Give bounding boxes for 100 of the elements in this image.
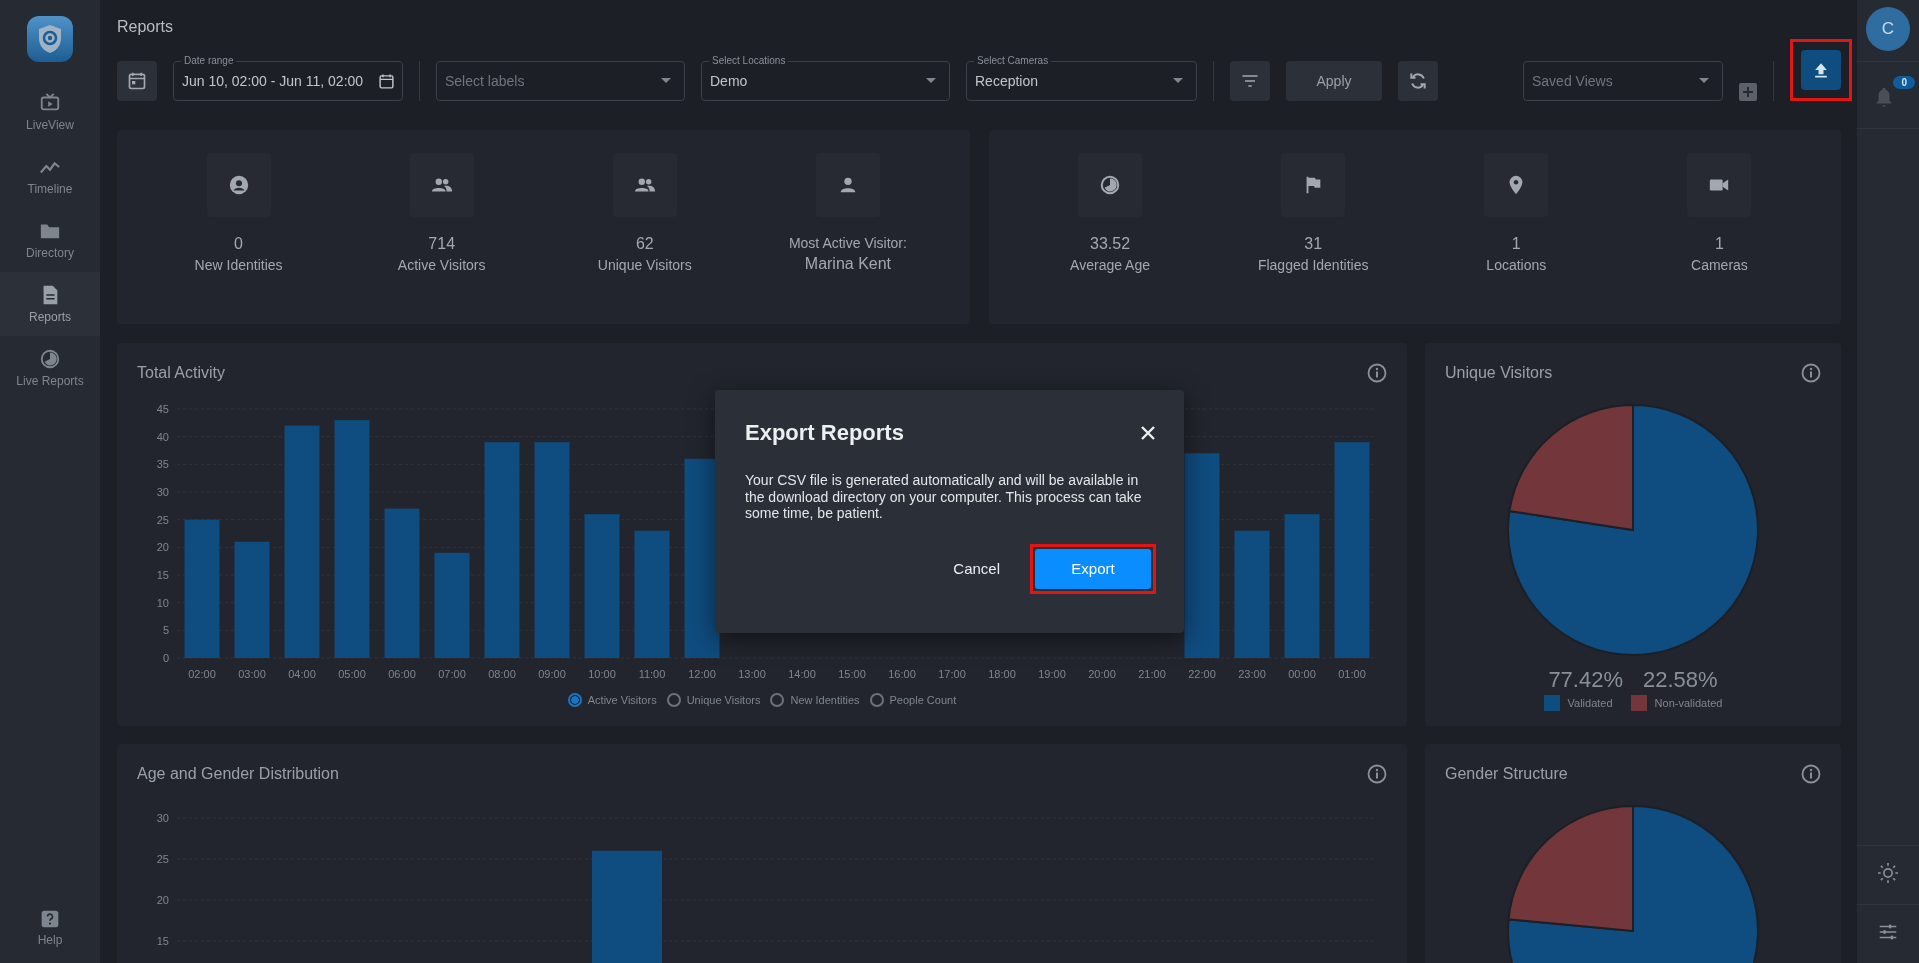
axis-tick-label: 25 — [156, 513, 169, 526]
export-button[interactable] — [1801, 50, 1841, 90]
sidebar-item[interactable]: Live Reports — [0, 336, 100, 400]
sidebar-item[interactable]: Directory — [0, 208, 100, 272]
sidebar-item[interactable]: Reports — [0, 272, 100, 336]
axis-tick-label: 01:00 — [1338, 668, 1366, 680]
axis-tick-label: 22:00 — [1188, 668, 1216, 680]
card-title: Total Activity — [137, 364, 226, 382]
axis-tick-label: 0 — [162, 652, 169, 664]
info-icon[interactable] — [1801, 363, 1821, 383]
stat-value: Marina Kent — [804, 254, 892, 274]
stat-value: 714 — [428, 234, 456, 254]
dialog-message: Your CSV file is generated automatically and will be available in the download directory on your computer. This process can take some time, be patient. — [745, 472, 1143, 522]
legend-label: Non-validated — [1654, 697, 1723, 709]
axis-tick-label: 45 — [156, 403, 169, 415]
legend-radio[interactable]: People Count — [869, 693, 957, 707]
axis-tick-label: 10 — [156, 596, 169, 609]
cancel-button[interactable]: Cancel — [947, 552, 1006, 585]
info-icon[interactable] — [1367, 363, 1387, 383]
caret-icon — [661, 78, 671, 84]
stat-label: New Identities — [194, 256, 283, 275]
info-icon[interactable] — [1801, 764, 1821, 784]
axis-tick-label: 06:00 — [388, 668, 416, 680]
axis-tick-label: 08:00 — [488, 668, 516, 680]
stat-value: 0 — [234, 234, 243, 254]
axis-tick-label: 10:00 — [588, 668, 616, 680]
apply-button[interactable]: Apply — [1286, 61, 1382, 101]
stat-value: 1 — [1511, 234, 1521, 254]
app-logo[interactable] — [27, 16, 73, 62]
export-confirm-button[interactable]: Export — [1035, 548, 1151, 589]
date-range-field[interactable]: Date range Jun 10, 02:00 - Jun 11, 02:00 — [173, 54, 403, 101]
axis-tick-label: 5 — [162, 624, 169, 637]
sidebar-item[interactable]: LiveView — [0, 80, 100, 144]
caret-icon — [1173, 78, 1183, 84]
refresh-button[interactable] — [1398, 61, 1438, 101]
axis-tick-label: 25 — [156, 853, 169, 865]
account-circle-icon — [227, 174, 250, 196]
axis-tick-label: 05:00 — [338, 668, 366, 680]
legend-radio[interactable]: New Identities — [770, 693, 860, 707]
notification-badge: 0 — [1893, 76, 1915, 89]
stat-label: Locations — [1486, 256, 1547, 275]
axis-tick-label: 14:00 — [788, 668, 816, 680]
stat-value: 62 — [635, 234, 654, 254]
axis-tick-label: 09:00 — [538, 668, 566, 680]
caret-icon — [1699, 78, 1709, 84]
pie-chart-icon — [1099, 174, 1122, 196]
stat-value: 31 — [1304, 234, 1323, 254]
axis-tick-label: 15 — [156, 935, 169, 947]
locations-dropdown[interactable]: Select Locations Demo — [701, 54, 950, 101]
cameras-dropdown[interactable]: Select Cameras Reception — [966, 54, 1197, 101]
stat-value: 33.52 — [1090, 234, 1131, 254]
close-icon[interactable] — [1140, 425, 1156, 441]
calendar-button[interactable] — [117, 61, 157, 101]
axis-tick-label: 13:00 — [738, 668, 766, 680]
axis-tick-label: 07:00 — [438, 668, 466, 680]
saved-views-dropdown[interactable]: Saved Views — [1523, 54, 1723, 101]
refresh-icon — [1408, 71, 1428, 91]
axis-tick-label: 30 — [156, 486, 169, 498]
stat-label: Most Active Visitor: — [788, 234, 907, 253]
axis-tick-label: 30 — [156, 812, 169, 824]
legend-label: Validated — [1567, 697, 1613, 709]
stat-value: 1 — [1715, 234, 1724, 254]
stat-label: Cameras — [1691, 256, 1748, 275]
legend-radio[interactable]: Unique Visitors — [666, 693, 761, 707]
axis-tick-label: 12:00 — [688, 668, 716, 680]
axis-tick-label: 00:00 — [1288, 668, 1316, 680]
stat-label: Flagged Identities — [1257, 256, 1369, 275]
axis-tick-label: 18:00 — [988, 668, 1016, 680]
help-icon — [40, 909, 60, 929]
pie-chart-icon — [39, 348, 61, 370]
axis-tick-label: 04:00 — [288, 668, 316, 680]
stat-label: Unique Visitors — [597, 256, 692, 275]
sun-icon[interactable] — [1877, 862, 1899, 884]
axis-tick-label: 21:00 — [1138, 668, 1166, 680]
legend-radio[interactable]: Active Visitors — [567, 693, 657, 707]
filter-button[interactable] — [1230, 61, 1270, 101]
percentage-value: 77.42% — [1548, 667, 1623, 693]
axis-tick-label: 23:00 — [1238, 668, 1266, 680]
axis-tick-label: 35 — [156, 458, 169, 471]
stat-label: Average Age — [1070, 256, 1150, 275]
info-icon[interactable] — [1367, 764, 1387, 784]
axis-tick-label: 15:00 — [838, 668, 866, 680]
axis-tick-label: 20:00 — [1088, 668, 1116, 680]
axis-tick-label: 40 — [156, 430, 169, 443]
card-title: Age and Gender Distribution — [137, 765, 339, 783]
help-link[interactable]: Help — [0, 909, 100, 963]
percentage-value: 22.58% — [1643, 667, 1718, 693]
sidebar-item[interactable]: Timeline — [0, 144, 100, 208]
card-title: Unique Visitors — [1445, 364, 1553, 382]
axis-tick-label: 16:00 — [888, 668, 916, 680]
page-title: Reports — [117, 17, 175, 37]
user-avatar[interactable]: C — [1866, 7, 1910, 51]
axis-tick-label: 20 — [156, 894, 169, 906]
axis-tick-label: 02:00 — [188, 668, 216, 680]
card-title: Gender Structure — [1445, 765, 1568, 783]
calendar-icon — [378, 72, 395, 90]
axis-tick-label: 19:00 — [1038, 668, 1066, 680]
labels-dropdown[interactable]: Select labels — [436, 54, 685, 101]
axis-tick-label: 11:00 — [638, 668, 666, 680]
dialog-title: Export Reports — [745, 420, 904, 446]
